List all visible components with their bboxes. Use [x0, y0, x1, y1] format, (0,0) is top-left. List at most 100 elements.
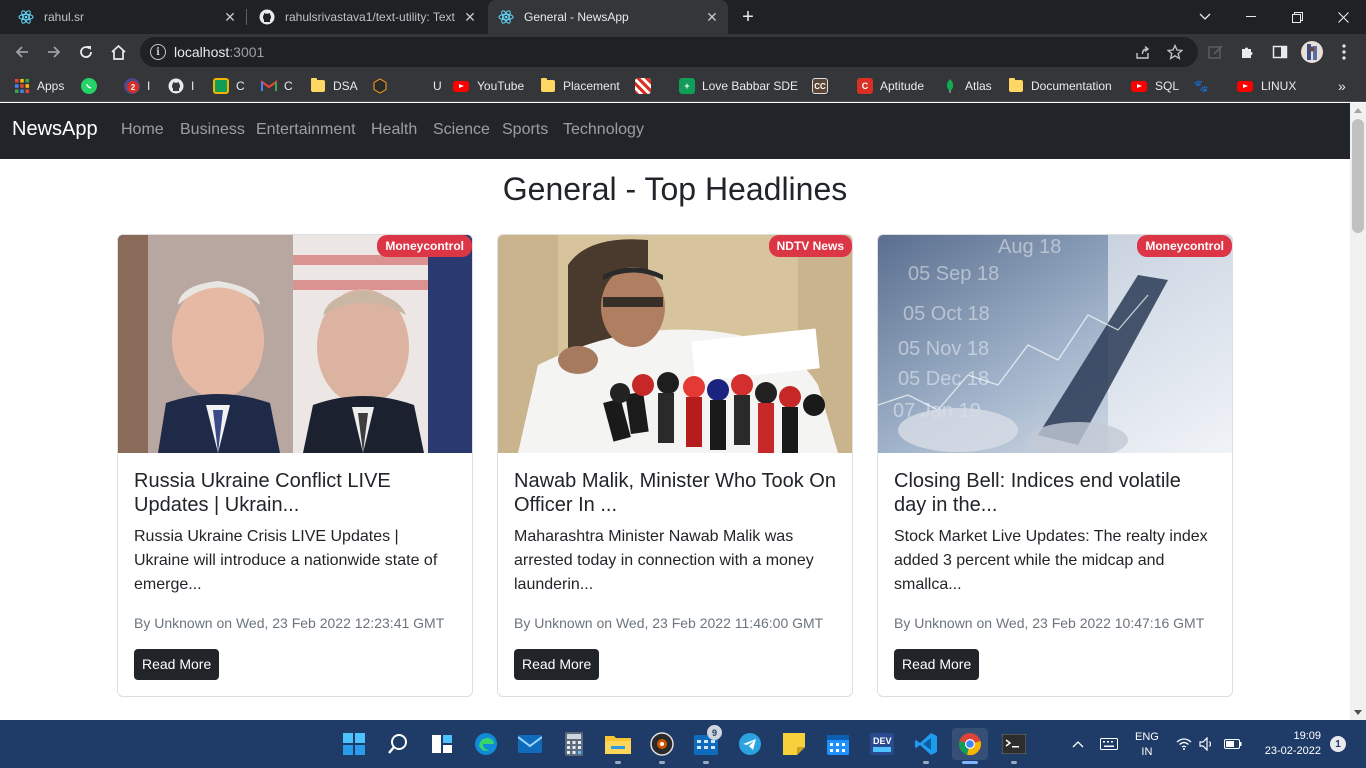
tab-search-chevron-icon[interactable] [1182, 0, 1228, 34]
extensions-puzzle-icon[interactable] [1234, 38, 1262, 66]
notification-center-badge[interactable]: 1 [1330, 736, 1346, 752]
media-app-button[interactable] [646, 728, 678, 764]
bookmark-folder-dsa[interactable]: DSA [311, 76, 358, 96]
read-more-button[interactable]: Read More [894, 649, 980, 680]
minimize-button[interactable] [1228, 0, 1274, 34]
running-indicator [923, 761, 929, 764]
share-icon[interactable] [1134, 43, 1152, 61]
bookmark-hackerrank[interactable] [372, 76, 395, 96]
page-content: General - Top Headlines Moneycontrol Rus… [0, 159, 1350, 720]
bookmarks-bar: Apps 2 I I C C DSA U YouTube Placement +… [0, 70, 1366, 102]
telegram-button[interactable] [734, 728, 766, 760]
news-image: NDTV News [498, 235, 852, 453]
volume-icon[interactable] [1199, 720, 1215, 768]
bookmark-sql[interactable]: SQL [1131, 76, 1179, 96]
chrome-button[interactable] [952, 728, 988, 764]
tab-close-icon[interactable]: ✕ [460, 7, 480, 27]
svg-text:DEV: DEV [873, 736, 892, 746]
mail-button[interactable] [514, 728, 546, 760]
bookmark-gmail[interactable]: C [261, 76, 293, 96]
language-code: ENG [1135, 731, 1159, 743]
bookmark-label: Love Babbar SDE [702, 79, 799, 93]
home-button[interactable] [104, 38, 132, 66]
file-explorer-button[interactable] [602, 728, 634, 764]
news-image: Moneycontrol [118, 235, 472, 453]
calculator-button[interactable] [558, 728, 590, 760]
new-tab-button[interactable]: + [736, 5, 760, 29]
reload-button[interactable] [72, 38, 100, 66]
nav-health[interactable]: Health [371, 121, 417, 139]
address-bar[interactable]: i localhost:3001 [140, 37, 1198, 67]
folder-icon [1009, 78, 1023, 92]
vscode-button[interactable] [910, 728, 942, 764]
side-panel-icon[interactable] [1266, 38, 1294, 66]
scroll-down-arrow-icon[interactable] [1354, 710, 1362, 715]
bookmark-apps[interactable]: Apps [14, 76, 64, 96]
bookmark-cc[interactable]: CC [812, 76, 835, 96]
bookmark-u[interactable]: U [410, 76, 442, 96]
tab-rahul-sr[interactable]: rahul.sr ✕ [0, 0, 246, 34]
read-more-button[interactable]: Read More [514, 649, 600, 680]
bookmark-i-2[interactable]: I [168, 76, 194, 96]
bookmark-youtube[interactable]: YouTube [453, 76, 524, 96]
windows-logo-icon [343, 733, 365, 755]
bookmark-linux[interactable]: LINUX [1237, 76, 1296, 96]
bookmark-atlas[interactable]: Atlas [942, 76, 992, 96]
github-icon [168, 78, 184, 94]
bookmark-i-1[interactable]: 2 I [124, 76, 150, 96]
tab-title: rahul.sr [44, 10, 85, 24]
bookmark-love-babbar[interactable]: + Love Babbar SDE [679, 76, 798, 96]
wifi-icon[interactable] [1176, 720, 1192, 768]
bookmark-whatsapp[interactable] [81, 76, 104, 96]
read-more-button[interactable]: Read More [134, 649, 220, 680]
terminal-button[interactable] [998, 728, 1030, 764]
battery-icon[interactable] [1224, 720, 1242, 768]
back-button[interactable] [8, 38, 36, 66]
site-info-icon[interactable]: i [150, 44, 166, 60]
browser-menu-icon[interactable] [1330, 38, 1358, 66]
start-button[interactable] [338, 728, 370, 760]
search-button[interactable] [382, 728, 414, 760]
close-window-button[interactable] [1320, 0, 1366, 34]
app-brand[interactable]: NewsApp [12, 118, 98, 141]
system-clock[interactable]: 19:09 23-02-2022 [1255, 729, 1321, 759]
forward-button[interactable] [40, 38, 68, 66]
nav-technology[interactable]: Technology [563, 121, 644, 139]
bookmark-classroom[interactable]: C [213, 76, 245, 96]
tab-general-newsapp[interactable]: General - NewsApp ✕ [488, 0, 728, 34]
scroll-up-arrow-icon[interactable] [1354, 108, 1362, 113]
bookmark-aptitude[interactable]: C Aptitude [857, 76, 924, 96]
tab-github[interactable]: rahulsrivastava1/text-utility: Text ✕ [247, 0, 486, 34]
edit-icon[interactable] [1202, 38, 1230, 66]
nav-entertainment[interactable]: Entertainment [256, 121, 356, 139]
bookmark-folder-placement[interactable]: Placement [541, 76, 620, 96]
bookmarks-overflow-button[interactable]: » [1338, 76, 1346, 96]
tab-close-icon[interactable]: ✕ [220, 7, 240, 27]
scroll-thumb[interactable] [1352, 119, 1364, 233]
nav-science[interactable]: Science [433, 121, 490, 139]
bookmark-star-icon[interactable] [1166, 43, 1184, 61]
page-scrollbar[interactable] [1350, 103, 1366, 720]
restore-button[interactable] [1274, 0, 1320, 34]
bookmark-checkered[interactable] [635, 76, 658, 96]
edge-button[interactable] [470, 728, 502, 760]
tab-close-icon[interactable]: ✕ [702, 7, 722, 27]
input-language[interactable]: ENG IN [1135, 730, 1159, 760]
bookmark-folder-documentation[interactable]: Documentation [1009, 76, 1112, 96]
react-icon [498, 9, 514, 25]
nav-sports[interactable]: Sports [502, 121, 548, 139]
calendar-button[interactable] [822, 728, 854, 760]
dev-app-button[interactable]: DEV [866, 728, 898, 760]
nav-business[interactable]: Business [180, 121, 245, 139]
bookmark-paw[interactable]: 🐾 [1193, 76, 1216, 96]
profile-avatar[interactable] [1298, 38, 1326, 66]
nav-home[interactable]: Home [121, 121, 164, 139]
keyboard-icon[interactable] [1100, 720, 1118, 768]
task-view-button[interactable] [426, 728, 458, 760]
folder-icon [605, 736, 631, 754]
sticky-notes-button[interactable] [778, 728, 810, 760]
svg-text:05 Dec 18: 05 Dec 18 [898, 368, 989, 390]
calendar-app-button[interactable]: 9 [690, 725, 722, 764]
news-card: Moneycontrol Russia Ukraine Conflict LIV… [117, 234, 473, 697]
tray-overflow-chevron-icon[interactable] [1072, 720, 1084, 768]
